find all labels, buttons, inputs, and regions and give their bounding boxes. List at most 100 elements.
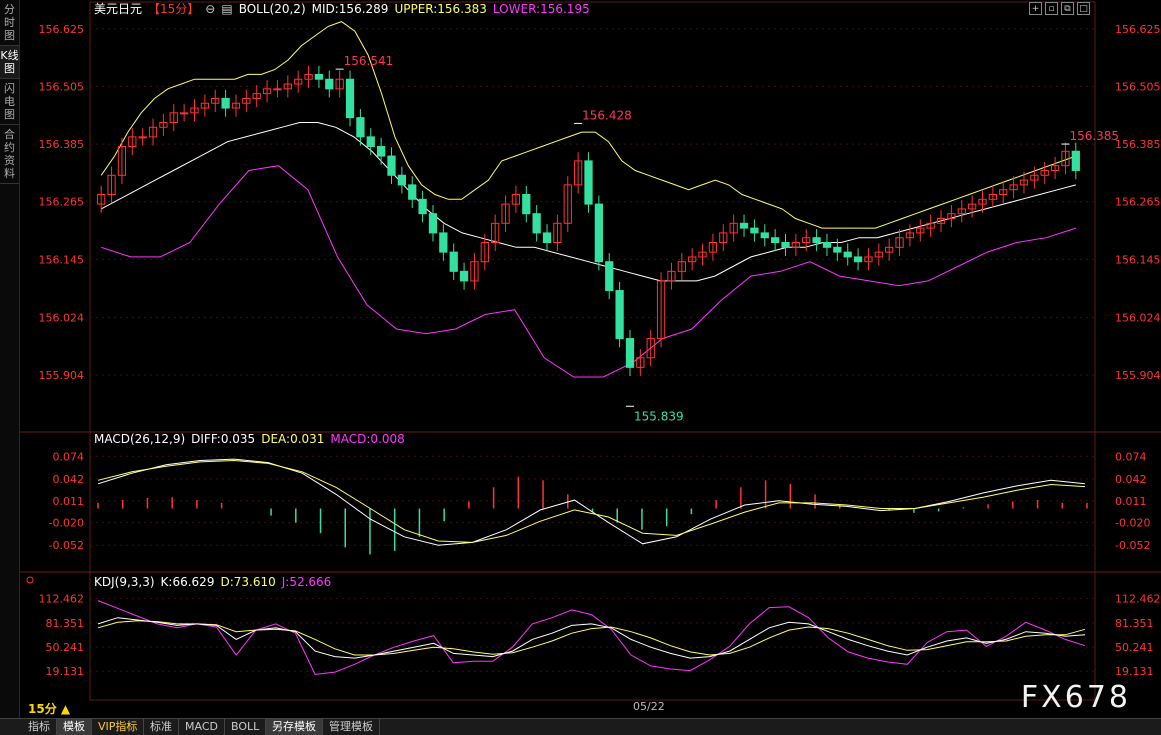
statusbar-button-4[interactable]: MACD [179,719,225,735]
price-annotation: 155.839 [634,409,684,423]
candle-body [750,227,759,234]
y-tick-label-left: 156.505 [39,80,85,93]
statusbar-button-0[interactable]: 指标 [22,719,57,735]
candle-body [843,251,852,258]
kdj-d-value: D:73.610 [220,575,275,589]
macd-dea-line [97,459,1086,543]
macd-title: MACD(26,12,9) [94,432,185,446]
status-bar: 指标 模板 VIP指标 标准 MACD BOLL 另存模板 管理模板 [0,718,1161,735]
tab-lightning[interactable]: 闪电图 [0,79,19,125]
price-annotation: 156.541 [344,54,394,68]
y-tick-label-right: 19.131 [1115,665,1154,678]
y-tick-label-left: 112.462 [39,593,85,606]
boll-mid-value: MID:156.289 [312,2,389,16]
date-axis-label: 05/22 [633,700,665,713]
candle-body [449,251,458,272]
candle-body [325,78,334,90]
candle-body [594,203,603,263]
kdj-k-line [97,617,1086,659]
candle-body [439,232,448,253]
statusbar-button-3[interactable]: 标准 [144,719,179,735]
statusbar-button-5[interactable]: BOLL [225,719,267,735]
boll-label: BOLL(20,2) [239,2,306,16]
candle-body [428,213,438,234]
statusbar-button-1[interactable]: 模板 [57,719,92,735]
y-tick-label-left: -0.052 [49,539,84,552]
y-tick-label-right: 156.625 [1115,23,1161,36]
candle-body [345,78,355,119]
kdj-title: KDJ(9,3,3) [94,575,155,589]
candle-body [408,184,417,200]
tab-contract-info[interactable]: 合约资料 [0,125,19,184]
candle-body [781,242,790,248]
candle-body [615,290,624,340]
target-icon [26,576,34,584]
candle-body [605,261,614,292]
indicator-icon: ▤ [221,2,232,16]
tab-timeshare[interactable]: 分时图 [0,0,19,46]
candle-body [584,160,593,205]
candle-body [522,193,531,215]
candle-body [180,112,189,115]
candle-body [377,145,386,157]
candle-body [542,232,552,244]
candle-body [1071,150,1080,171]
candle-body [387,155,396,176]
y-tick-label-right: 50.241 [1115,641,1154,654]
candle-body [771,237,780,244]
chart-frame [89,1,1096,701]
candle-body [273,88,282,91]
macd-dea-value: DEA:0.031 [261,432,324,446]
boll-lower-value: LOWER:156.195 [493,2,590,16]
y-tick-label-left: -0.020 [49,517,84,530]
maximize-icon[interactable]: □ [1077,2,1090,15]
y-tick-label-right: 156.024 [1115,311,1161,324]
y-tick-label-left: 50.241 [46,641,85,654]
y-tick-label-right: 0.042 [1115,473,1147,486]
y-tick-label-left: 0.042 [53,473,85,486]
watermark: FX678 [1020,680,1131,715]
statusbar-button-7[interactable]: 管理模板 [323,719,380,735]
y-tick-label-left: 81.351 [46,617,85,630]
candle-body [853,256,863,263]
statusbar-button-2[interactable]: VIP指标 [92,719,145,735]
y-tick-label-left: 19.131 [46,665,85,678]
macd-diff-value: DIFF:0.035 [191,432,255,446]
y-tick-label-left: 156.024 [39,311,85,324]
y-tick-label-left: 155.904 [39,369,85,382]
y-tick-label-right: 0.011 [1115,495,1147,508]
sidebar: 分时图 K线图 闪电图 合约资料 [0,0,20,718]
candle-body [366,136,375,147]
boll-upper-value: UPPER:156.383 [394,2,486,16]
macd-value: MACD:0.008 [330,432,404,446]
y-tick-label-right: -0.052 [1115,539,1150,552]
y-tick-label-right: 156.145 [1115,253,1161,266]
macd-diff-line [97,458,1086,546]
period-tag: 【15分】 [148,2,199,16]
kdj-k-value: K:66.629 [161,575,215,589]
y-tick-label-right: 156.385 [1115,138,1161,151]
candle-body [221,97,230,109]
y-tick-label-right: 0.074 [1115,450,1147,463]
candle-body [418,198,427,215]
y-tick-label-right: 156.505 [1115,80,1161,93]
y-tick-label-left: 156.385 [39,138,85,151]
price-annotation: 156.428 [582,108,632,122]
symbol-label: 美元日元 [94,2,142,16]
candle-body [356,117,365,138]
y-tick-label-left: 156.625 [39,23,85,36]
tab-kline[interactable]: K线图 [0,46,19,79]
y-tick-label-right: 156.265 [1115,196,1161,209]
restore-icon[interactable]: ⧉ [1061,2,1074,15]
candle-body [314,73,324,80]
candle-body [739,222,749,229]
y-tick-label-right: -0.020 [1115,517,1150,530]
statusbar-button-6[interactable]: 另存模板 [266,719,323,735]
period-selector[interactable]: 15分 ▲ [28,700,70,717]
crosshair-icon[interactable]: + [1029,2,1042,15]
kdj-d-line [97,620,1086,656]
chart-area: 156.625 156.625 156.505 156.505 156.385 156.3… [20,1,1161,701]
candle-body [760,232,769,239]
window-icon[interactable]: ▫ [1045,2,1058,15]
candle-body [532,213,541,234]
